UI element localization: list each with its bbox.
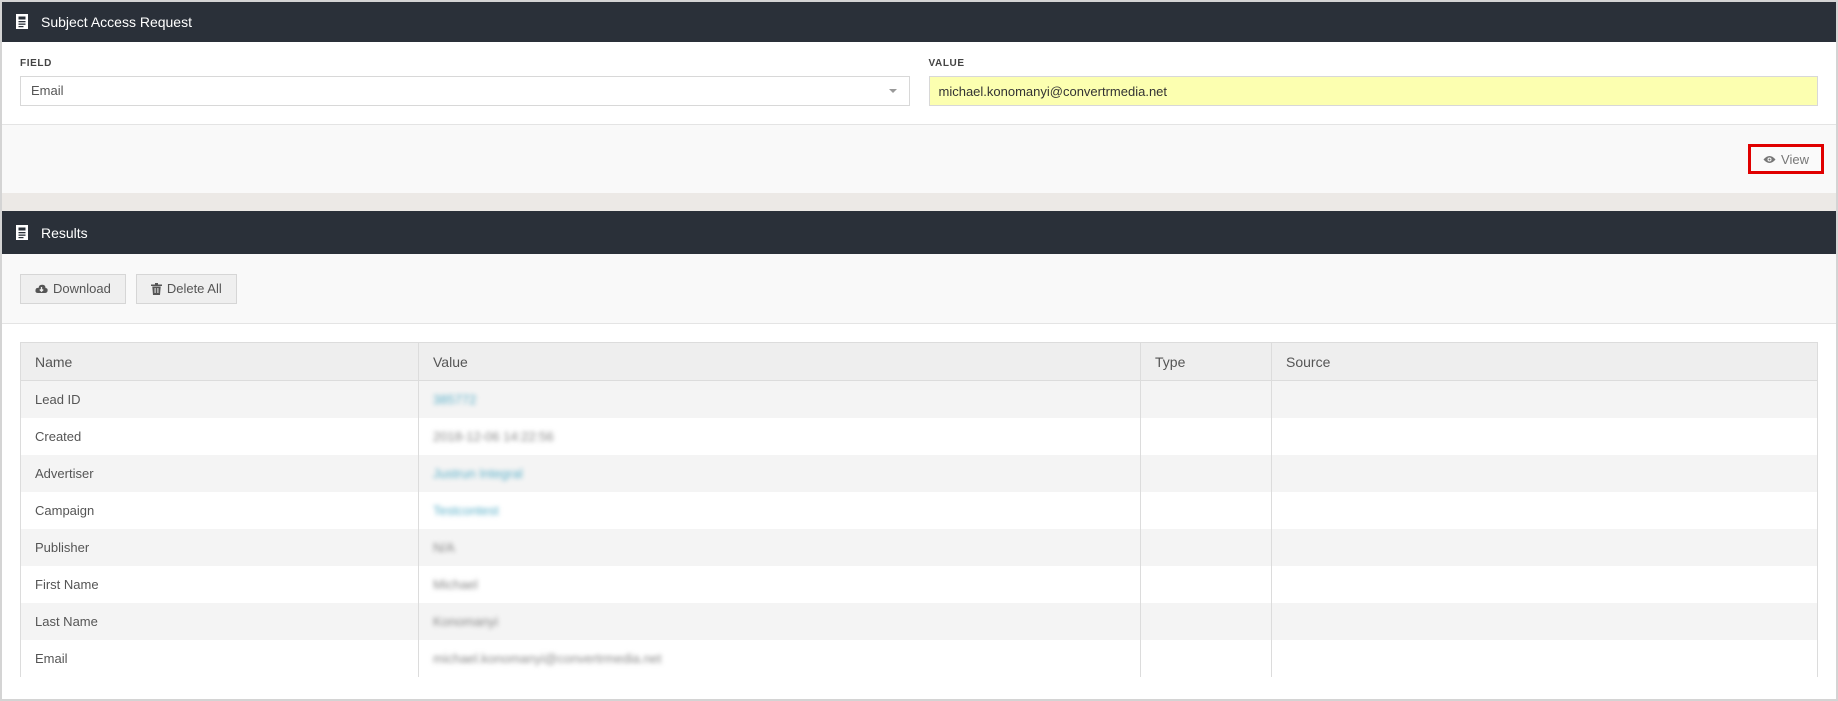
table-row: Email michael.konomanyi@convertrmedia.ne… [20, 639, 1818, 677]
row-value-link[interactable]: 385772 [433, 392, 476, 407]
table-row: First Name Michael [20, 565, 1818, 603]
delete-all-button[interactable]: Delete All [135, 273, 237, 304]
cloud-download-icon [35, 284, 48, 294]
panel-spacer [2, 193, 1836, 211]
row-source [1271, 454, 1818, 492]
document-icon [16, 14, 30, 30]
results-panel-title: Results [41, 224, 88, 241]
results-panel-header: Results [2, 211, 1836, 254]
row-source [1271, 380, 1818, 418]
view-button[interactable]: View [1748, 144, 1824, 174]
table-row: Last Name Konomanyi [20, 602, 1818, 640]
row-source [1271, 639, 1818, 677]
sar-action-bar: View [2, 124, 1836, 193]
row-value: Testcontest [418, 491, 1141, 529]
row-name: Created [20, 417, 419, 455]
row-source [1271, 565, 1818, 603]
table-header-row: Name Value Type Source [20, 342, 1818, 381]
row-name: Email [20, 639, 419, 677]
table-row: Advertiser Justrun Integral [20, 454, 1818, 492]
column-header-type[interactable]: Type [1140, 342, 1272, 381]
column-header-value[interactable]: Value [418, 342, 1141, 381]
row-source [1271, 602, 1818, 640]
row-source [1271, 491, 1818, 529]
row-name: Last Name [20, 602, 419, 640]
table-row: Created 2018-12-06 14:22:56 [20, 417, 1818, 455]
download-button-label: Download [53, 281, 111, 296]
row-value: michael.konomanyi@convertrmedia.net [418, 639, 1141, 677]
row-name: Lead ID [20, 380, 419, 418]
sar-form: FIELD Email VALUE [2, 42, 1836, 124]
field-label: FIELD [20, 58, 52, 69]
row-type [1140, 639, 1272, 677]
value-label: VALUE [928, 58, 965, 69]
row-value-text: N/A [433, 539, 455, 555]
row-value-link[interactable]: Testcontest [433, 503, 499, 518]
field-group: FIELD Email [20, 58, 910, 106]
row-value: Justrun Integral [418, 454, 1141, 492]
row-type [1140, 380, 1272, 418]
field-select[interactable]: Email [20, 76, 910, 106]
row-name: Publisher [20, 528, 419, 566]
view-button-label: View [1781, 151, 1809, 167]
row-value: Michael [418, 565, 1141, 603]
results-toolbar: Download Delete All [2, 254, 1836, 324]
row-type [1140, 454, 1272, 492]
results-table: Name Value Type Source Lead ID 385772 Cr… [20, 342, 1818, 677]
row-name: Campaign [20, 491, 419, 529]
sar-panel-header: Subject Access Request [2, 2, 1836, 42]
app-frame: Subject Access Request FIELD Email VALUE… [0, 0, 1838, 701]
row-type [1140, 417, 1272, 455]
row-value-text: michael.konomanyi@convertrmedia.net [433, 650, 662, 666]
row-value: 385772 [418, 380, 1141, 418]
row-source [1271, 528, 1818, 566]
column-header-name[interactable]: Name [20, 342, 419, 381]
row-value-text: 2018-12-06 14:22:56 [433, 428, 554, 444]
row-value: 2018-12-06 14:22:56 [418, 417, 1141, 455]
field-select-value: Email [31, 83, 64, 98]
delete-all-button-label: Delete All [166, 281, 222, 296]
download-button[interactable]: Download [20, 273, 126, 304]
row-value: N/A [418, 528, 1141, 566]
column-header-source[interactable]: Source [1271, 342, 1818, 381]
row-type [1140, 491, 1272, 529]
row-name: First Name [20, 565, 419, 603]
row-source [1271, 417, 1818, 455]
table-row: Publisher N/A [20, 528, 1818, 566]
row-value: Konomanyi [418, 602, 1141, 640]
row-type [1140, 528, 1272, 566]
row-value-link[interactable]: Justrun Integral [433, 466, 523, 481]
eye-icon [1763, 155, 1776, 164]
row-value-text: Konomanyi [433, 613, 499, 629]
sar-panel-title: Subject Access Request [41, 14, 192, 30]
row-name: Advertiser [20, 454, 419, 492]
value-group: VALUE [928, 58, 1818, 106]
row-value-text: Michael [433, 576, 478, 592]
value-input[interactable] [928, 76, 1818, 106]
results-table-wrap: Name Value Type Source Lead ID 385772 Cr… [2, 324, 1836, 677]
trash-icon [150, 282, 162, 295]
table-row: Campaign Testcontest [20, 491, 1818, 529]
chevron-down-icon [888, 89, 897, 93]
document-icon [16, 224, 30, 241]
row-type [1140, 602, 1272, 640]
row-type [1140, 565, 1272, 603]
table-row: Lead ID 385772 [20, 380, 1818, 418]
